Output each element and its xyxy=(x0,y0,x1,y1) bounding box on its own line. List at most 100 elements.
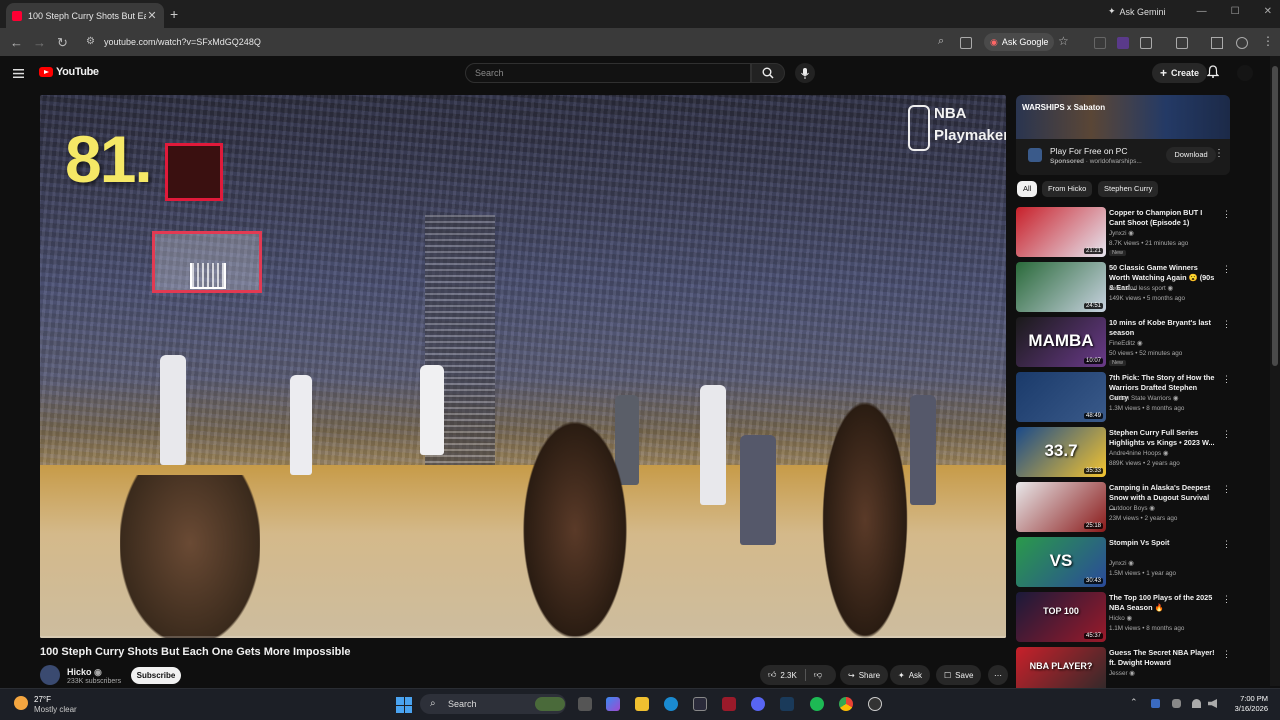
more-options-icon[interactable]: ⋮ xyxy=(1222,429,1231,440)
file-explorer-icon[interactable] xyxy=(635,697,649,711)
more-options-icon[interactable]: ⋮ xyxy=(1222,374,1231,385)
close-window-icon[interactable]: ✕ xyxy=(1264,6,1272,17)
more-options-icon[interactable]: ⋮ xyxy=(1222,264,1231,275)
search-button[interactable] xyxy=(751,63,785,83)
task-view-icon[interactable] xyxy=(578,697,592,711)
subscribe-button[interactable]: Subscribe xyxy=(131,667,181,684)
recommendation-title[interactable]: The Top 100 Plays of the 2025 NBA Season… xyxy=(1109,593,1217,613)
hamburger-menu-icon[interactable] xyxy=(13,69,24,78)
recommendation-channel[interactable]: Golden State Warriors ◉ xyxy=(1109,395,1178,402)
recommendation-thumbnail[interactable]: 33.7 35:33 xyxy=(1016,427,1106,477)
taskbar-widget-icon[interactable] xyxy=(535,697,565,711)
tray-mic-icon[interactable] xyxy=(1172,699,1181,708)
tray-chevron-icon[interactable]: ⌃ xyxy=(1130,697,1139,707)
share-button[interactable]: ↪ Share xyxy=(840,665,889,685)
create-button[interactable]: + Create xyxy=(1152,63,1208,83)
weather-description[interactable]: Mostly clear xyxy=(34,705,77,714)
recommendation-thumbnail[interactable]: 21:21 xyxy=(1016,207,1106,257)
recommendation-channel[interactable]: Andre4nine Hoops ◉ xyxy=(1109,450,1168,457)
spotify-icon[interactable] xyxy=(810,697,824,711)
windows-start-icon[interactable] xyxy=(396,697,412,713)
forward-icon[interactable]: → xyxy=(33,35,46,50)
recommendation-channel[interactable]: Outdoor Boys ◉ xyxy=(1109,505,1155,512)
recommendation-channel[interactable]: Hicko and less sport ◉ xyxy=(1109,285,1173,292)
chip-all[interactable]: All xyxy=(1017,181,1038,197)
browser-menu-icon[interactable]: ⋮ xyxy=(1262,34,1274,48)
app-icon[interactable] xyxy=(868,697,882,711)
recommendation-title[interactable]: Stephen Curry Full Series Highlights vs … xyxy=(1109,428,1217,448)
recommendation-channel[interactable]: Hicko ◉ xyxy=(1109,615,1132,622)
adobe-icon[interactable] xyxy=(722,697,736,711)
edge-icon[interactable] xyxy=(664,697,678,711)
recommendation-thumbnail[interactable]: MAMBA 10:07 xyxy=(1016,317,1106,367)
recommendation-item[interactable]: 21:21 Copper to Champion BUT I Cant Shoot… xyxy=(1016,207,1231,259)
channel-avatar[interactable] xyxy=(40,665,60,685)
recommendation-item[interactable]: VS 30:43 Stompin Vs Spoit Jynxzi ◉ 1.5M view… xyxy=(1016,537,1231,589)
voice-search-button[interactable] xyxy=(795,63,815,83)
notifications-bell-icon[interactable] xyxy=(1207,65,1219,78)
copilot-icon[interactable] xyxy=(606,697,620,711)
ad-download-button[interactable]: Download xyxy=(1166,147,1216,163)
back-icon[interactable]: ← xyxy=(10,35,23,50)
channel-name[interactable]: Hicko ◉ xyxy=(67,667,102,678)
recommendation-channel[interactable]: Jynxzi ◉ xyxy=(1109,560,1134,567)
close-tab-icon[interactable]: ✕ xyxy=(146,9,158,22)
browser-tab[interactable]: 100 Steph Curry Shots But Each One Gets … xyxy=(6,3,164,28)
extension-purple-icon[interactable] xyxy=(1117,37,1129,49)
taskbar-clock[interactable]: 7:00 PM 3/16/2026 xyxy=(1222,694,1268,714)
video-progress-bar[interactable] xyxy=(40,636,1006,638)
reading-list-icon[interactable] xyxy=(1211,37,1223,49)
maximize-icon[interactable]: ☐ xyxy=(1231,6,1240,17)
like-button[interactable]: 👍︎ 2.3K xyxy=(768,670,797,680)
more-options-icon[interactable]: ⋮ xyxy=(1222,539,1231,550)
recommendation-item[interactable]: MAMBA 10:07 10 mins of Kobe Bryant's last … xyxy=(1016,317,1231,369)
recommendation-title[interactable]: Stompin Vs Spoit xyxy=(1109,538,1217,548)
recommendation-item[interactable]: 33.7 35:33 Stephen Curry Full Series Highl… xyxy=(1016,427,1231,479)
chrome-icon[interactable] xyxy=(839,697,853,711)
ask-google-button[interactable]: ◉ Ask Google xyxy=(984,33,1055,51)
recommendation-thumbnail[interactable]: 24:51 xyxy=(1016,262,1106,312)
url-field[interactable]: youtube.com/watch?v=SFxMdGQ248Q xyxy=(104,37,261,47)
page-scrollbar[interactable] xyxy=(1270,56,1280,686)
recommendation-item[interactable]: 24:51 50 Classic Game Winners Worth Watch… xyxy=(1016,262,1231,314)
search-input[interactable]: Search xyxy=(465,63,751,83)
recommendation-title[interactable]: Copper to Champion BUT I Cant Shoot (Epi… xyxy=(1109,208,1217,228)
store-icon[interactable] xyxy=(693,697,707,711)
chip-from-hicko[interactable]: From Hicko xyxy=(1042,181,1093,197)
split-view-icon[interactable] xyxy=(1176,37,1188,49)
site-info-icon[interactable]: ⚙ xyxy=(86,36,95,47)
weather-icon[interactable] xyxy=(14,696,28,710)
youtube-logo[interactable]: YouTube xyxy=(39,66,99,78)
install-app-icon[interactable] xyxy=(960,37,972,49)
recommendation-item[interactable]: 48:49 7th Pick: The Story of How the Warr… xyxy=(1016,372,1231,424)
more-options-icon[interactable]: ⋮ xyxy=(1222,209,1231,220)
more-options-icon[interactable]: ⋮ xyxy=(1222,484,1231,495)
recommendation-title[interactable]: 10 mins of Kobe Bryant's last season xyxy=(1109,318,1217,338)
extension-icon[interactable] xyxy=(1094,37,1106,49)
recommendation-thumbnail[interactable]: 25:18 xyxy=(1016,482,1106,532)
ask-button[interactable]: ✦ Ask xyxy=(890,665,931,685)
recommendation-channel[interactable]: FineEditz ◉ xyxy=(1109,340,1143,347)
more-options-icon[interactable]: ⋮ xyxy=(1222,594,1231,605)
recommendation-item[interactable]: 25:18 Camping in Alaska's Deepest Snow wi… xyxy=(1016,482,1231,534)
recommendation-title[interactable]: Guess The Secret NBA Player! ft. Dwight … xyxy=(1109,648,1217,668)
weather-temperature[interactable]: 27°F xyxy=(34,695,51,704)
scrollbar-thumb[interactable] xyxy=(1272,66,1278,366)
recommendation-thumbnail[interactable]: VS 30:43 xyxy=(1016,537,1106,587)
video-player[interactable]: 81. NBA Playmakers xyxy=(40,95,1006,638)
wifi-icon[interactable] xyxy=(1192,699,1201,708)
more-options-icon[interactable]: ⋮ xyxy=(1222,649,1231,660)
sponsored-ad-card[interactable]: WARSHIPS x Sabaton Play For Free on PC S… xyxy=(1016,95,1230,175)
tray-app-icon[interactable] xyxy=(1151,699,1160,708)
bookmark-star-icon[interactable]: ☆ xyxy=(1058,34,1069,48)
reload-icon[interactable]: ↻ xyxy=(57,35,68,51)
steam-icon[interactable] xyxy=(780,697,794,711)
recommendation-thumbnail[interactable]: TOP 100 45:37 xyxy=(1016,592,1106,642)
save-button[interactable]: ☐ Save xyxy=(936,665,982,685)
more-actions-button[interactable]: ⋯ xyxy=(988,665,1008,685)
recommendation-channel[interactable]: Jynxzi ◉ xyxy=(1109,230,1134,237)
more-options-icon[interactable]: ⋮ xyxy=(1222,319,1231,330)
recommendation-channel[interactable]: Jesser ◉ xyxy=(1109,670,1135,677)
recommendation-item[interactable]: TOP 100 45:37 The Top 100 Plays of the 202… xyxy=(1016,592,1231,644)
zoom-icon[interactable]: ⌕ xyxy=(938,35,944,48)
